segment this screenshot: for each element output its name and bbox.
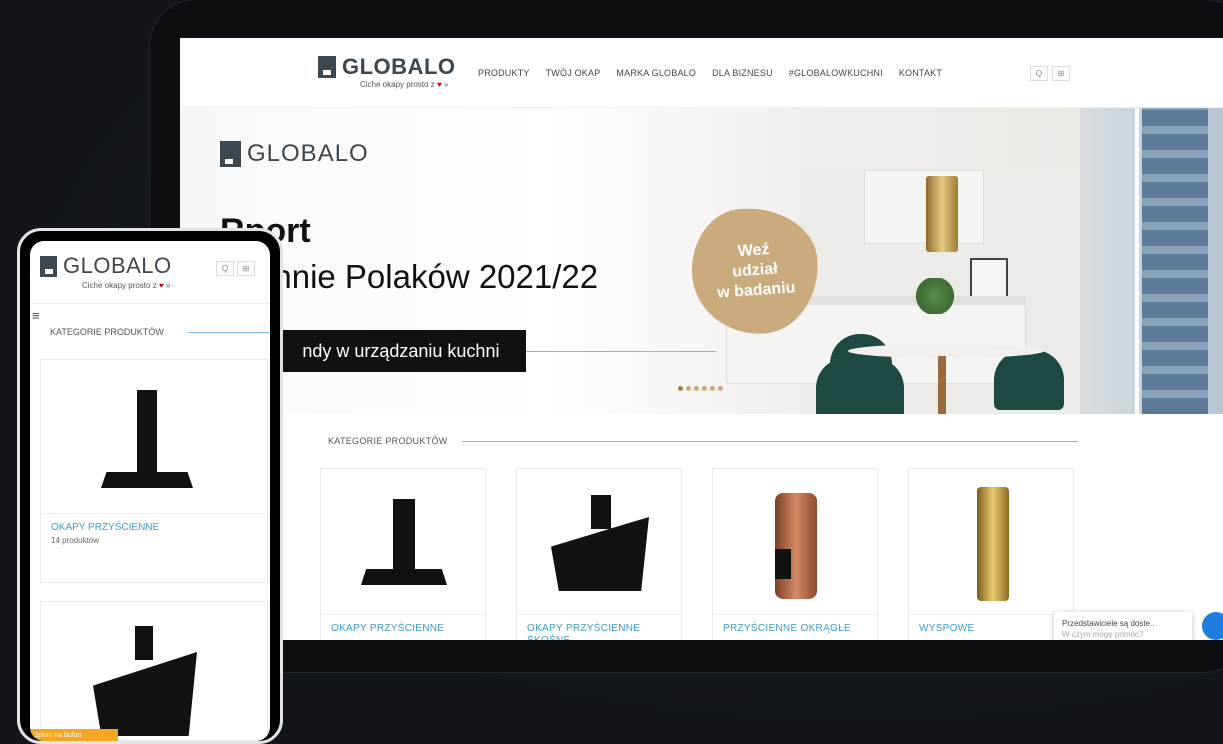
kitchen-cabinet-image	[864, 170, 984, 244]
mobile-floating-button[interactable]: Jzłom na bufon	[30, 729, 118, 741]
category-label[interactable]: WYSPOWE	[919, 623, 974, 635]
slider-dot[interactable]	[710, 386, 715, 391]
product-image	[41, 360, 267, 514]
category-section-title: KATEGORIE PRODUKTÓW	[328, 436, 448, 446]
logo-text: GLOBALO	[342, 54, 456, 79]
hero-divider	[526, 351, 716, 352]
table-leg-image	[938, 356, 946, 414]
mobile-category-card[interactable]: OKAPY PRZYŚCIENNE 14 produktów	[40, 359, 268, 583]
search-icon[interactable]: Q	[216, 261, 234, 276]
badge-line: Weź	[737, 240, 770, 261]
chair-image	[816, 358, 904, 414]
nav-item-kontakt[interactable]: KONTAKT	[899, 68, 942, 78]
nav-icons: Q ⊞	[1030, 66, 1070, 81]
showcase-background: GLOBALO Ciche okapy prosto z ♥ » PRODUKT…	[0, 0, 1223, 744]
category-card[interactable]: OKAPY PRZYŚCIENNE	[320, 468, 486, 640]
slider-dot[interactable]	[702, 386, 707, 391]
logo-mark-icon	[220, 141, 241, 167]
mobile-logo[interactable]: GLOBALO	[40, 253, 172, 279]
slider-dot[interactable]	[686, 386, 691, 391]
category-card[interactable]: PRZYŚCIENNE OKRĄGŁE	[712, 468, 878, 640]
hero-cta-button[interactable]: Trendy w urządzaniu kuchni	[270, 330, 526, 372]
search-icon[interactable]: Q	[1030, 66, 1048, 81]
nav-item-twoj-okap[interactable]: TWÓJ OKAP	[546, 68, 601, 78]
hero-logo-text: GLOBALO	[247, 140, 369, 167]
site-logo[interactable]: GLOBALO	[318, 54, 456, 80]
mobile-category-title: KATEGORIE PRODUKTÓW	[50, 327, 164, 337]
product-image	[909, 469, 1073, 615]
mobile-divider	[30, 303, 270, 304]
mobile-logo-text: GLOBALO	[63, 253, 172, 278]
desktop-screen: GLOBALO Ciche okapy prosto z ♥ » PRODUKT…	[180, 38, 1223, 640]
cart-icon[interactable]: ⊞	[237, 261, 255, 276]
nav-item-globalowkuchni[interactable]: #GLOBALOWKUCHNI	[789, 68, 883, 78]
logo-mark-icon	[40, 255, 57, 277]
slider-dot[interactable]	[678, 386, 683, 391]
mobile-screen: GLOBALO Ciche okapy prosto z ♥ » Q ⊞ ≡ K…	[30, 241, 270, 741]
cart-icon[interactable]: ⊞	[1052, 66, 1070, 81]
gold-hood-image	[926, 176, 958, 252]
mobile-frame: GLOBALO Ciche okapy prosto z ♥ » Q ⊞ ≡ K…	[17, 228, 283, 744]
nav-item-produkty[interactable]: PRODUKTY	[478, 68, 530, 78]
product-image	[713, 469, 877, 615]
category-label[interactable]: OKAPY PRZYŚCIENNE	[331, 623, 444, 635]
category-label[interactable]: OKAPY PRZYŚCIENNE	[51, 522, 159, 533]
category-card[interactable]: WYSPOWE	[908, 468, 1074, 640]
category-count: 14 produktów	[51, 536, 100, 545]
building-image	[1142, 108, 1208, 414]
chat-line: W czym mogę pomóc?	[1062, 630, 1144, 639]
top-navigation: GLOBALO Ciche okapy prosto z ♥ » PRODUKT…	[180, 38, 1223, 108]
hamburger-menu-icon[interactable]: ≡	[32, 309, 40, 322]
hero-slider[interactable]: GLOBALO Rport kuchnie Polaków 2021/22 Tr…	[180, 108, 1223, 414]
table-image	[848, 344, 1044, 358]
product-image	[321, 469, 485, 615]
nav-item-marka-globalo[interactable]: MARKA GLOBALO	[616, 68, 696, 78]
product-image	[517, 469, 681, 615]
category-label[interactable]: PRZYŚCIENNE OKRĄGŁE	[723, 623, 851, 635]
plant-image	[915, 278, 955, 314]
window-frame	[1135, 108, 1139, 414]
category-divider	[462, 441, 1078, 442]
chair-image	[994, 350, 1064, 410]
mobile-logo-tagline: Ciche okapy prosto z ♥ »	[82, 281, 171, 290]
hero-logo: GLOBALO	[220, 140, 369, 168]
category-label[interactable]: OKAPY PRZYŚCIENNE SKOŚNE	[527, 623, 681, 640]
chat-bubble-icon[interactable]	[1202, 612, 1223, 640]
chat-line: Przedstawiciele są doste..	[1062, 619, 1155, 628]
logo-tagline: Ciche okapy prosto z ♥ »	[360, 80, 449, 89]
slider-dot[interactable]	[694, 386, 699, 391]
slider-dots	[678, 386, 723, 391]
mobile-nav-icons: Q ⊞	[216, 261, 255, 276]
slider-dot[interactable]	[718, 386, 723, 391]
category-card[interactable]: OKAPY PRZYŚCIENNE SKOŚNE	[516, 468, 682, 640]
chat-widget[interactable]: Przedstawiciele są doste.. W czym mogę p…	[1054, 612, 1192, 640]
nav-item-dla-biznesu[interactable]: DLA BIZNESU	[712, 68, 773, 78]
logo-mark-icon	[318, 56, 336, 78]
mobile-category-divider	[188, 332, 270, 333]
wall-picture-image	[970, 258, 1008, 298]
main-menu: PRODUKTY TWÓJ OKAP MARKA GLOBALO DLA BIZ…	[478, 68, 942, 78]
badge-line: w badaniu	[716, 279, 796, 302]
mobile-category-card[interactable]	[40, 601, 268, 741]
